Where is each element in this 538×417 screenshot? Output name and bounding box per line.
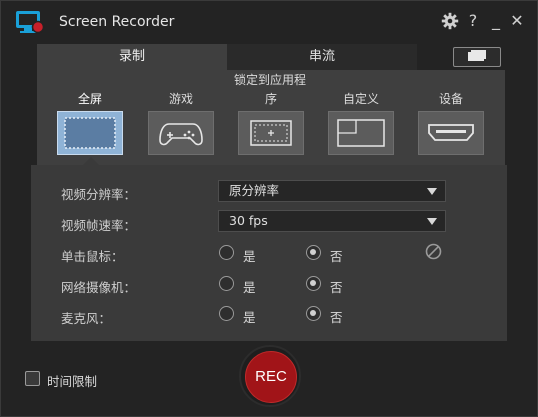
monitor-icon (468, 50, 486, 61)
mode-fullscreen-button[interactable] (57, 111, 123, 155)
framerate-label: 视频帧速率： (61, 218, 137, 233)
mode-label-lock-app-line1: 锁定到应用程 (233, 73, 306, 87)
mode-custom-button[interactable] (328, 111, 394, 155)
resolution-value: 原分辨率 (229, 183, 280, 198)
gamepad-icon (159, 123, 203, 146)
close-button[interactable]: ✕ (508, 12, 526, 30)
mode-game-button[interactable] (148, 111, 214, 155)
microphone-yes-label: 是 (243, 310, 256, 325)
lock-app-icon (250, 120, 292, 146)
mode-device-button[interactable] (418, 111, 484, 155)
framerate-value: 30 fps (229, 213, 268, 228)
custom-area-icon (337, 119, 385, 147)
chevron-down-icon (427, 218, 437, 225)
webcam-no-label: 否 (330, 280, 343, 295)
webcam-no-radio[interactable] (306, 276, 321, 291)
app-window: Screen Recorder ? _ ✕ 录制 串流 全屏 游戏 锁定到应用程… (0, 0, 538, 417)
time-limit-checkbox[interactable] (25, 371, 40, 386)
chevron-down-icon (427, 188, 437, 195)
microphone-label: 麦克风： (61, 311, 112, 326)
microphone-no-label: 否 (330, 310, 343, 325)
click-mouse-yes-label: 是 (243, 249, 256, 264)
mode-label-game: 游戏 (168, 92, 193, 106)
tab-stream[interactable]: 串流 (227, 44, 417, 70)
no-entry-icon (425, 243, 442, 260)
click-mouse-no-label: 否 (330, 249, 343, 264)
monitor-select-button[interactable] (453, 47, 501, 67)
webcam-yes-label: 是 (243, 280, 256, 295)
hdmi-icon (428, 124, 474, 141)
click-mouse-label: 单击鼠标： (61, 249, 124, 264)
selected-mode-pointer (83, 157, 99, 165)
resolution-label: 视频分辨率： (61, 187, 137, 202)
tab-record[interactable]: 录制 (37, 44, 227, 70)
mode-label-custom: 自定义 (342, 92, 379, 106)
webcam-yes-radio[interactable] (219, 276, 234, 291)
time-limit-label: 时间限制 (47, 374, 98, 389)
click-mouse-no-radio[interactable] (306, 245, 321, 260)
microphone-no-radio[interactable] (306, 306, 321, 321)
mode-label-device: 设备 (438, 92, 463, 106)
tab-bar: 录制 串流 (37, 44, 505, 70)
record-button[interactable]: REC (245, 351, 297, 403)
framerate-dropdown[interactable]: 30 fps (218, 210, 446, 232)
screen-recorder-logo-icon (16, 11, 45, 34)
click-mouse-yes-radio[interactable] (219, 245, 234, 260)
app-title: Screen Recorder (59, 14, 175, 30)
help-button[interactable]: ? (464, 12, 482, 30)
title-bar: Screen Recorder ? _ ✕ (1, 1, 537, 43)
gear-icon[interactable] (441, 12, 459, 30)
webcam-label: 网络摄像机： (61, 280, 137, 295)
minimize-button[interactable]: _ (487, 12, 505, 30)
mode-lock-app-button[interactable] (238, 111, 304, 155)
microphone-yes-radio[interactable] (219, 306, 234, 321)
resolution-dropdown[interactable]: 原分辨率 (218, 180, 446, 202)
fullscreen-icon (64, 117, 116, 149)
mode-label-fullscreen: 全屏 (77, 92, 102, 106)
mode-label-lock-app-line2: 序 (264, 92, 277, 106)
